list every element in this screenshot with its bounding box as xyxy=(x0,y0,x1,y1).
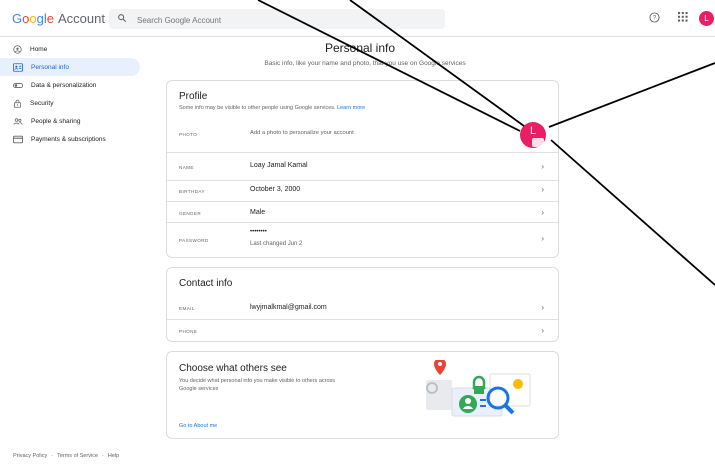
search-input[interactable] xyxy=(135,11,439,29)
chevron-right-icon: › xyxy=(541,234,544,243)
account-avatar[interactable]: L xyxy=(699,11,714,26)
about-title: Choose what others see xyxy=(179,363,287,374)
row-value: lwyjmalkmal@gmail.com xyxy=(250,304,327,311)
logo-letter: e xyxy=(46,11,54,26)
sidebar-item-label: Personal info xyxy=(31,63,69,71)
row-value: October 3, 2000 xyxy=(250,186,301,193)
about-me-card: Choose what others see You decide what p… xyxy=(166,351,559,439)
lock-icon xyxy=(14,99,21,108)
profile-row-birthday[interactable]: BIRTHDAY October 3, 2000 › xyxy=(167,180,558,201)
row-label: BIRTHDAY xyxy=(179,189,206,194)
about-desc-line1: You decide what personal info you make v… xyxy=(179,378,336,384)
logo-letter: g xyxy=(36,11,44,26)
contact-row-phone[interactable]: PHONE › xyxy=(167,319,558,341)
people-icon xyxy=(13,117,23,125)
page-subtitle: Basic info, like your name and photo, th… xyxy=(264,60,466,67)
sidebar-item-data-personalization[interactable]: Data & personalization xyxy=(0,76,140,94)
chevron-right-icon: › xyxy=(541,303,544,312)
contact-card: Contact info EMAIL lwyjmalkmal@gmail.com… xyxy=(166,267,559,342)
profile-row-name[interactable]: NAME Loay Jamal Kamal › xyxy=(167,152,558,181)
logo-letter: G xyxy=(12,11,23,26)
home-icon xyxy=(13,44,22,54)
chevron-right-icon: › xyxy=(541,208,544,217)
row-label: PHOTO xyxy=(179,132,198,137)
row-label: EMAIL xyxy=(179,306,195,311)
sidebar: Home Personal info Data & personalizatio… xyxy=(0,40,140,148)
chevron-right-icon: › xyxy=(541,162,544,171)
visibility-illustration-icon xyxy=(426,360,531,417)
separator: · xyxy=(51,453,54,459)
profile-row-gender[interactable]: GENDER Male › xyxy=(167,201,558,223)
search-bar[interactable] xyxy=(109,9,445,29)
row-label: NAME xyxy=(179,165,194,170)
profile-desc: Some info may be visible to other people… xyxy=(179,105,365,111)
logo-letter: o xyxy=(29,11,37,26)
sidebar-item-personal-info[interactable]: Personal info xyxy=(0,58,140,76)
top-bar: GoogleAccount ? L xyxy=(0,0,715,37)
sidebar-item-label: Home xyxy=(30,45,48,53)
contact-title: Contact info xyxy=(179,278,233,289)
chevron-right-icon: › xyxy=(541,185,544,194)
go-to-about-me-link[interactable]: Go to About me xyxy=(179,423,217,429)
help-link[interactable]: Help xyxy=(108,453,119,459)
profile-title: Profile xyxy=(179,91,208,102)
profile-row-password[interactable]: PASSWORD •••••••• Last changed Jun 2 › xyxy=(167,222,558,257)
logo-account-text: Account xyxy=(57,11,105,26)
help-icon[interactable]: ? xyxy=(649,12,660,23)
profile-card: Profile Some info may be visible to othe… xyxy=(166,80,559,258)
privacy-policy-link[interactable]: Privacy Policy xyxy=(13,453,47,459)
sidebar-item-label: Payments & subscriptions xyxy=(31,135,106,143)
row-label: GENDER xyxy=(179,211,202,216)
row-value: Add a photo to personalize your account xyxy=(250,130,354,136)
svg-text:?: ? xyxy=(653,16,657,22)
profile-desc-text: Some info may be visible to other people… xyxy=(179,105,336,111)
search-icon[interactable] xyxy=(117,13,127,23)
card-icon xyxy=(13,135,23,143)
sidebar-item-home[interactable]: Home xyxy=(0,40,140,58)
sidebar-item-people-sharing[interactable]: People & sharing xyxy=(0,112,140,130)
learn-more-link[interactable]: Learn more xyxy=(337,105,365,111)
apps-grid-icon[interactable] xyxy=(678,12,688,22)
about-desc-line2: Google services xyxy=(179,386,219,392)
profile-avatar[interactable]: L xyxy=(520,122,546,148)
sidebar-item-label: People & sharing xyxy=(31,117,81,125)
row-value: Male xyxy=(250,209,266,216)
sidebar-item-payments[interactable]: Payments & subscriptions xyxy=(0,130,140,148)
row-value: •••••••• xyxy=(250,229,267,235)
toggle-icon xyxy=(13,82,23,88)
profile-row-photo[interactable]: PHOTO Add a photo to personalize your ac… xyxy=(167,117,558,153)
personal-info-icon xyxy=(13,62,23,72)
row-subvalue: Last changed Jun 2 xyxy=(250,241,303,247)
profile-avatar-letter: L xyxy=(529,125,537,137)
sidebar-item-label: Data & personalization xyxy=(31,81,97,89)
sidebar-item-security[interactable]: Security xyxy=(0,94,140,112)
camera-icon xyxy=(532,138,544,147)
row-label: PHONE xyxy=(179,329,198,334)
row-label: PASSWORD xyxy=(179,238,209,243)
sidebar-item-label: Security xyxy=(30,99,54,107)
google-account-logo[interactable]: Google Account xyxy=(12,11,105,26)
row-value: Loay Jamal Kamal xyxy=(250,162,308,169)
chevron-right-icon: › xyxy=(541,326,544,335)
terms-link[interactable]: Terms of Service xyxy=(57,453,98,459)
contact-row-email[interactable]: EMAIL lwyjmalkmal@gmail.com › xyxy=(167,296,558,319)
footer-links: Privacy Policy · Terms of Service · Help xyxy=(13,453,123,459)
separator: · xyxy=(102,453,104,459)
page-title: Personal info xyxy=(324,41,396,55)
